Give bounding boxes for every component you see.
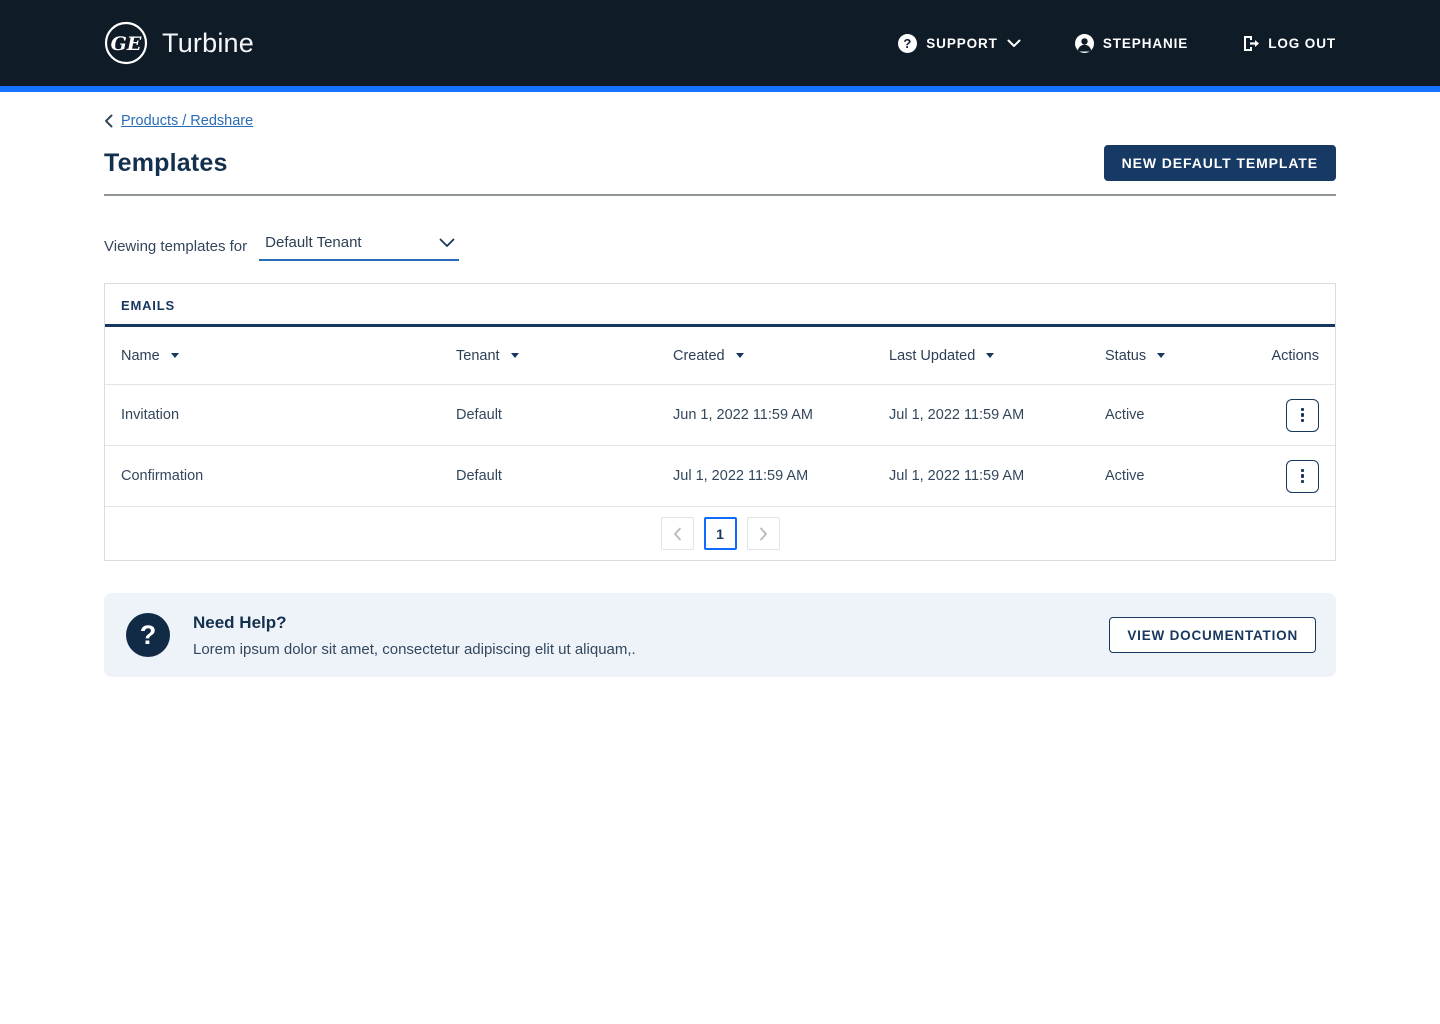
pagination: 1 (105, 506, 1335, 560)
sort-caret-icon[interactable] (735, 353, 744, 358)
cell-status: Active (1105, 407, 1145, 423)
user-label: STEPHANIE (1102, 35, 1189, 51)
question-circle-icon: ? (898, 33, 918, 53)
sort-caret-icon[interactable] (170, 353, 179, 358)
accent-bar (0, 86, 1440, 92)
tenant-select[interactable]: Default Tenant (259, 234, 460, 261)
cell-name: Confirmation (121, 468, 204, 484)
viewing-label: Viewing templates for (104, 238, 248, 255)
row-actions-kebab-button[interactable] (1286, 459, 1319, 493)
tenant-select-value: Default Tenant (265, 234, 362, 251)
brand: GE Turbine (104, 21, 254, 65)
column-header-status: Status (1105, 348, 1255, 364)
table-row: Confirmation Default Jul 1, 2022 11:59 A… (105, 445, 1335, 506)
page-title: Templates (104, 148, 228, 177)
column-label: Status (1105, 347, 1147, 364)
sort-caret-icon[interactable] (510, 353, 519, 358)
need-help-panel: ? Need Help? Lorem ipsum dolor sit amet,… (104, 593, 1336, 677)
tab-row: EMAILS (105, 283, 1335, 327)
svg-text:GE: GE (111, 33, 142, 55)
templates-table-card: EMAILS Name Tenant Created Last Updated … (104, 283, 1336, 561)
cell-tenant: Default (456, 468, 502, 484)
view-documentation-button[interactable]: VIEW DOCUMENTATION (1109, 617, 1316, 653)
support-label: SUPPORT (926, 35, 998, 51)
pagination-page-1[interactable]: 1 (703, 517, 737, 550)
chevron-left-icon (104, 114, 113, 128)
viewing-row: Viewing templates for Default Tenant (104, 234, 1336, 261)
sort-caret-icon[interactable] (1157, 353, 1166, 358)
support-menu[interactable]: ? SUPPORT (898, 33, 1021, 53)
column-label: Name (121, 347, 160, 364)
user-menu[interactable]: STEPHANIE (1074, 33, 1189, 53)
column-header-name: Name (121, 348, 456, 364)
logout-icon (1242, 35, 1260, 52)
cell-status: Active (1105, 468, 1145, 484)
column-label: Tenant (456, 347, 500, 364)
chevron-down-icon (439, 238, 455, 248)
help-title: Need Help? (193, 612, 287, 632)
pagination-next-button[interactable] (746, 517, 780, 550)
chevron-down-icon (1007, 39, 1021, 48)
title-row: Templates NEW DEFAULT TEMPLATE (104, 145, 1336, 196)
column-label: Created (673, 347, 725, 364)
breadcrumb: Products / Redshare (104, 113, 1336, 129)
header-nav: ? SUPPORT STEPHANIE LOG OUT (898, 33, 1336, 53)
row-actions-kebab-button[interactable] (1286, 398, 1319, 432)
tab-emails[interactable]: EMAILS (105, 284, 191, 324)
help-body: Lorem ipsum dolor sit amet, consectetur … (193, 640, 636, 658)
user-icon (1074, 33, 1094, 53)
help-question-icon: ? (126, 613, 170, 657)
cell-created: Jun 1, 2022 11:59 AM (673, 407, 814, 423)
cell-name: Invitation (121, 407, 180, 423)
cell-created: Jul 1, 2022 11:59 AM (673, 468, 809, 484)
logout-label: LOG OUT (1268, 35, 1336, 51)
column-header-tenant: Tenant (456, 348, 673, 364)
cell-tenant: Default (456, 407, 502, 423)
sort-caret-icon[interactable] (986, 353, 995, 358)
new-default-template-button[interactable]: NEW DEFAULT TEMPLATE (1103, 145, 1336, 181)
cell-last-updated: Jul 1, 2022 11:59 AM (889, 407, 1025, 423)
cell-last-updated: Jul 1, 2022 11:59 AM (889, 468, 1025, 484)
column-label: Last Updated (889, 347, 976, 364)
main-content: Products / Redshare Templates NEW DEFAUL… (0, 113, 1440, 677)
column-header-actions: Actions (1255, 348, 1319, 364)
column-header-created: Created (673, 348, 889, 364)
ge-logo-icon: GE (104, 21, 148, 65)
table-header-row: Name Tenant Created Last Updated Status … (105, 327, 1335, 384)
app-header: GE Turbine ? SUPPORT STEPHANIE LOG OUT (0, 0, 1440, 86)
breadcrumb-link[interactable]: Products / Redshare (121, 113, 253, 129)
logout-button[interactable]: LOG OUT (1242, 35, 1336, 52)
column-label: Actions (1271, 347, 1319, 364)
table-row: Invitation Default Jun 1, 2022 11:59 AM … (105, 384, 1335, 445)
pagination-prev-button[interactable] (660, 517, 694, 550)
column-header-last-updated: Last Updated (889, 348, 1105, 364)
brand-name: Turbine (162, 27, 254, 58)
help-text: Need Help? Lorem ipsum dolor sit amet, c… (193, 613, 636, 658)
